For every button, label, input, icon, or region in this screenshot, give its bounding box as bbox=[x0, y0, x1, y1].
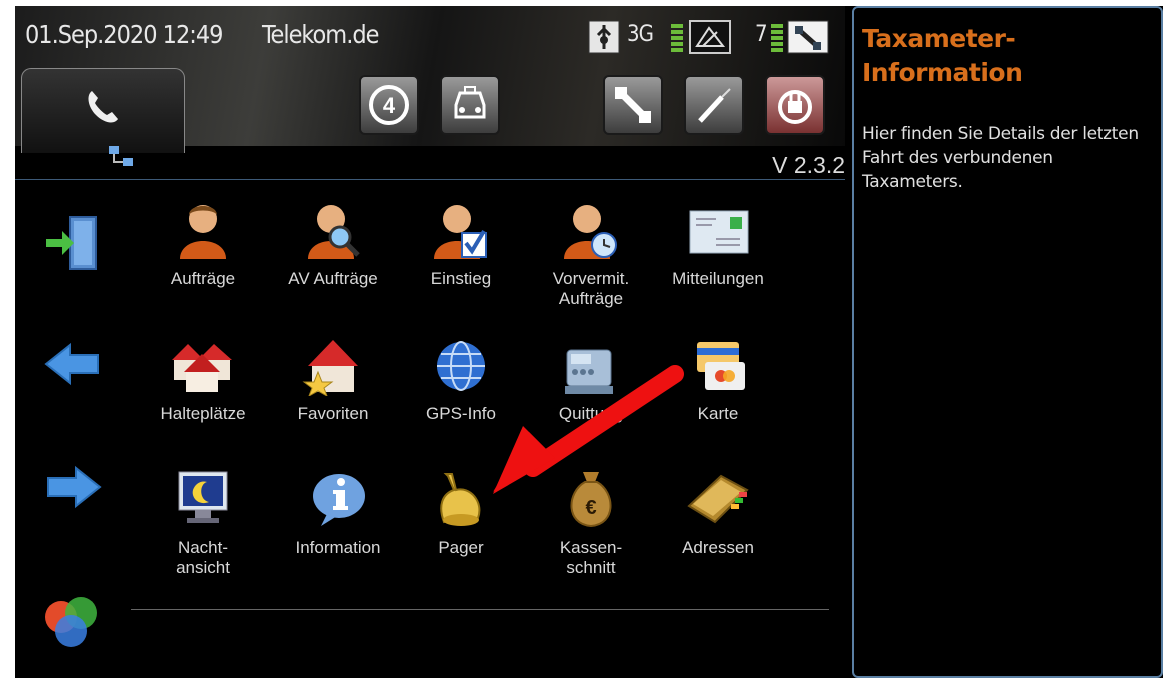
house-star-icon bbox=[302, 340, 358, 396]
houses-icon bbox=[172, 344, 232, 392]
satellite-button[interactable] bbox=[603, 75, 663, 135]
grid-item-adressen[interactable]: Adressen bbox=[658, 466, 778, 558]
grid-item-halteplaetze[interactable]: Halteplätze bbox=[143, 336, 263, 424]
grid-item-label: AV Aufträge bbox=[288, 269, 378, 288]
network-connection-icon bbox=[107, 144, 137, 175]
grid-item-vorvermit-auftraege[interactable]: Vorvermit. Aufträge bbox=[531, 199, 651, 309]
color-circles-icon[interactable] bbox=[39, 591, 103, 660]
signal-bars-icon bbox=[671, 22, 683, 59]
grid-item-label: Adressen bbox=[682, 538, 754, 557]
grid-item-favoriten[interactable]: Favoriten bbox=[273, 336, 393, 424]
grid-item-label: Einstieg bbox=[430, 269, 492, 288]
status-datetime: 01.Sep.2020 12:49 bbox=[25, 20, 223, 49]
satellite-status-icon bbox=[787, 20, 829, 59]
grid-item-label: Mitteilungen bbox=[672, 269, 764, 288]
header-bar: 01.Sep.2020 12:49 Telekom.de 3G 7 4 bbox=[15, 6, 845, 153]
satellite-icon bbox=[615, 87, 651, 123]
phone-tab[interactable] bbox=[21, 68, 185, 153]
taxi-zone-4-icon: 4 bbox=[369, 85, 409, 125]
cash-register-icon bbox=[565, 349, 613, 394]
globe-icon bbox=[437, 341, 485, 391]
taxi-car-icon bbox=[454, 86, 486, 119]
grid-item-label: Nacht- ansicht bbox=[176, 538, 230, 577]
grid-item-mitteilungen[interactable]: Mitteilungen bbox=[658, 199, 778, 289]
lock-icon bbox=[778, 90, 812, 124]
panel-description: Hier finden Sie Details der letzten Fahr… bbox=[862, 124, 1139, 192]
status-carrier: Telekom.de bbox=[262, 20, 379, 49]
satellite-count: 7 bbox=[755, 22, 768, 47]
arrow-left-icon[interactable] bbox=[42, 341, 104, 392]
grid-item-label: Quittung bbox=[558, 404, 624, 423]
grid-item-label: Favoriten bbox=[297, 404, 369, 423]
grid-item-pager[interactable]: Pager bbox=[401, 466, 521, 558]
grid-item-label: Information bbox=[295, 538, 381, 557]
person-search-icon bbox=[308, 205, 360, 259]
settings-button[interactable] bbox=[684, 75, 744, 135]
grid-item-label: Vorvermit. Aufträge bbox=[552, 269, 630, 308]
info-panel: Taxameter-Information Hier finden Sie De… bbox=[852, 6, 1163, 678]
grid-item-av-auftraege[interactable]: AV Aufträge bbox=[273, 199, 393, 289]
grid-item-label: Karte bbox=[697, 404, 739, 423]
grid-item-kassenschnitt[interactable]: € Kassen- schnitt bbox=[531, 466, 651, 578]
grid-item-gps-info[interactable]: GPS-Info bbox=[401, 336, 521, 424]
grid-item-label: Pager bbox=[438, 538, 484, 557]
grid-item-label: Aufträge bbox=[170, 269, 236, 288]
grid-item-nachtansicht[interactable]: Nacht- ansicht bbox=[143, 466, 263, 578]
grid-item-label: Kassen- schnitt bbox=[559, 538, 623, 577]
person-clock-icon bbox=[564, 205, 617, 259]
grid-item-label: Halteplätze bbox=[160, 404, 246, 423]
panel-title: Taxameter-Information bbox=[862, 24, 1023, 87]
lock-button[interactable] bbox=[765, 75, 825, 135]
person-check-icon bbox=[434, 205, 487, 259]
envelope-icon bbox=[689, 210, 749, 254]
phone-icon bbox=[88, 91, 118, 123]
logout-door-icon[interactable] bbox=[42, 211, 104, 278]
bell-icon bbox=[440, 473, 481, 526]
satellite-signal-bars-icon bbox=[771, 22, 783, 59]
taxi-button[interactable] bbox=[440, 75, 500, 135]
grid-item-label: GPS-Info bbox=[426, 404, 496, 423]
grid-item-auftraege[interactable]: Aufträge bbox=[143, 199, 263, 289]
grid-item-karte[interactable]: Karte bbox=[658, 336, 778, 424]
screwdriver-icon bbox=[698, 88, 731, 123]
taxi-zone-button[interactable]: 4 bbox=[359, 75, 419, 135]
network-type: 3G bbox=[627, 22, 654, 47]
credit-card-icon bbox=[697, 342, 745, 390]
monitor-moon-icon bbox=[178, 471, 228, 523]
person-icon bbox=[180, 205, 226, 259]
grid-item-quittung[interactable]: Quittung bbox=[531, 336, 651, 424]
svg-text:€: € bbox=[585, 497, 596, 519]
antenna-icon bbox=[689, 20, 731, 59]
svg-text:4: 4 bbox=[383, 93, 396, 118]
address-book-icon bbox=[687, 474, 749, 524]
arrow-right-icon[interactable] bbox=[42, 464, 104, 515]
taxi-terminal-screen: 01.Sep.2020 12:49 Telekom.de 3G 7 4 V 2.… bbox=[15, 6, 1163, 678]
info-bubble-icon bbox=[313, 474, 365, 526]
money-bag-icon: € bbox=[570, 472, 612, 528]
grid-item-information[interactable]: Information bbox=[278, 466, 398, 558]
grid-bottom-divider bbox=[131, 609, 829, 610]
header-divider bbox=[15, 179, 845, 180]
gps-status-icon bbox=[588, 20, 620, 59]
grid-item-einstieg[interactable]: Einstieg bbox=[401, 199, 521, 289]
app-version: V 2.3.2 bbox=[772, 152, 845, 178]
